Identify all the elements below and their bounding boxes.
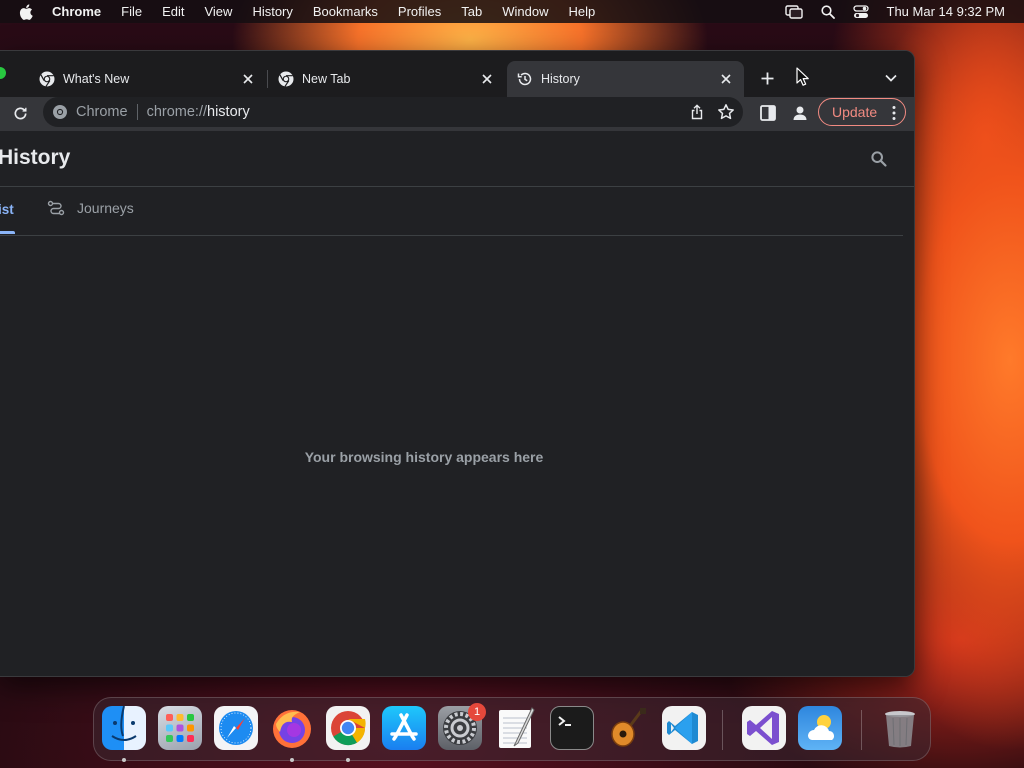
terminal-icon [558,716,571,726]
menu-history[interactable]: History [252,4,292,19]
menu-help[interactable]: Help [569,4,596,19]
menu-file[interactable]: File [121,4,142,19]
tab-search-button[interactable] [882,69,900,87]
chrome-icon [53,105,67,119]
dock-divider [861,710,862,750]
tab-title: What's New [63,72,130,86]
page-header: History [0,131,914,187]
site-scheme-label: Chrome [76,104,128,120]
chrome-icon [331,711,366,746]
menu-bookmarks[interactable]: Bookmarks [313,4,378,19]
running-indicator [346,758,350,762]
share-icon[interactable] [689,104,705,120]
visual-studio-icon [747,711,779,745]
chevron-down-icon [885,74,897,82]
zoom-window-button[interactable] [0,67,6,79]
menu-tab[interactable]: Tab [461,4,482,19]
tab-new-tab[interactable]: New Tab [268,61,505,97]
url-host: history [207,104,250,120]
weather-icon [808,715,834,740]
dock-garageband[interactable] [606,706,650,750]
history-page: History ist Journeys Your browsing histo… [0,131,914,676]
empty-history-message: Your browsing history appears here [304,449,544,465]
update-label: Update [832,104,878,120]
omnibox-divider [136,104,138,120]
chrome-icon [39,71,55,87]
chrome-icon [278,71,294,87]
menu-view[interactable]: View [204,4,232,19]
profile-avatar-icon[interactable] [791,104,809,122]
screen-mirroring-icon[interactable] [784,4,803,19]
dock-divider [722,710,723,750]
menu-app-name[interactable]: Chrome [52,4,101,19]
dock-terminal[interactable] [550,706,594,750]
menubar-clock[interactable]: Thu Mar 14 9:32 PM [887,4,1006,19]
finder-icon [111,706,137,741]
chrome-window: What's New New Tab History Chrome chrome… [0,50,915,677]
side-panel-icon[interactable] [759,104,777,122]
close-tab-icon[interactable] [718,71,734,87]
update-button[interactable]: Update [818,98,906,126]
tab-title: New Tab [302,72,351,86]
dock-firefox[interactable] [270,706,314,750]
more-menu-icon[interactable] [892,105,896,121]
spotlight-search-icon[interactable] [820,4,835,19]
reload-button[interactable] [10,103,30,123]
vscode-icon [667,712,698,744]
tab-strip: What's New New Tab History [0,51,914,97]
tab-list[interactable]: ist [0,202,14,217]
tab-journeys-label: Journeys [77,200,134,216]
menu-profiles[interactable]: Profiles [398,4,441,19]
dock-visual-studio[interactable] [742,706,786,750]
page-title: History [0,146,71,169]
running-indicator [290,758,294,762]
menu-edit[interactable]: Edit [162,4,184,19]
notification-badge: 1 [468,703,486,721]
selected-tab-indicator [0,231,15,234]
control-center-icon[interactable] [852,4,869,19]
app-store-icon [390,713,418,741]
menu-window[interactable]: Window [502,4,548,19]
dock-visual-studio-code[interactable] [662,706,706,750]
apple-menu-icon[interactable] [19,3,33,20]
tab-title: History [541,72,580,86]
mouse-cursor-icon [796,67,809,86]
history-icon [517,72,532,86]
close-tab-icon[interactable] [240,71,256,87]
dock-finder[interactable] [102,706,146,750]
journeys-icon [47,200,65,216]
dock-launchpad[interactable] [158,706,202,750]
dock-safari[interactable] [214,706,258,750]
reload-icon [14,106,26,119]
bookmark-star-icon[interactable] [717,103,735,121]
launchpad-icon [166,714,194,742]
browser-toolbar: Chrome chrome://history Update [0,97,914,131]
address-bar[interactable]: Chrome chrome://history [43,97,743,127]
menu-bar: Chrome File Edit View History Bookmarks … [0,0,1024,23]
dock-google-chrome[interactable] [326,706,370,750]
running-indicator [122,758,126,762]
search-icon[interactable] [870,150,888,168]
guitar-icon [611,708,646,747]
firefox-icon [273,710,311,748]
tab-journeys[interactable]: Journeys [47,200,134,216]
new-tab-button[interactable] [756,67,778,89]
dock-app-store[interactable] [382,706,426,750]
safari-icon [219,711,253,745]
history-tabs: ist Journeys [0,186,903,236]
plus-icon [761,72,773,84]
textedit-icon [499,707,535,748]
trash-icon [885,711,915,748]
dock-textedit[interactable] [494,706,538,750]
dock-trash[interactable] [878,706,922,750]
tab-whats-new[interactable]: What's New [29,61,266,97]
tab-history[interactable]: History [507,61,744,97]
url-prefix: chrome:// [146,104,208,120]
dock-weather[interactable] [798,706,842,750]
dock [93,697,931,762]
close-tab-icon[interactable] [479,71,495,87]
